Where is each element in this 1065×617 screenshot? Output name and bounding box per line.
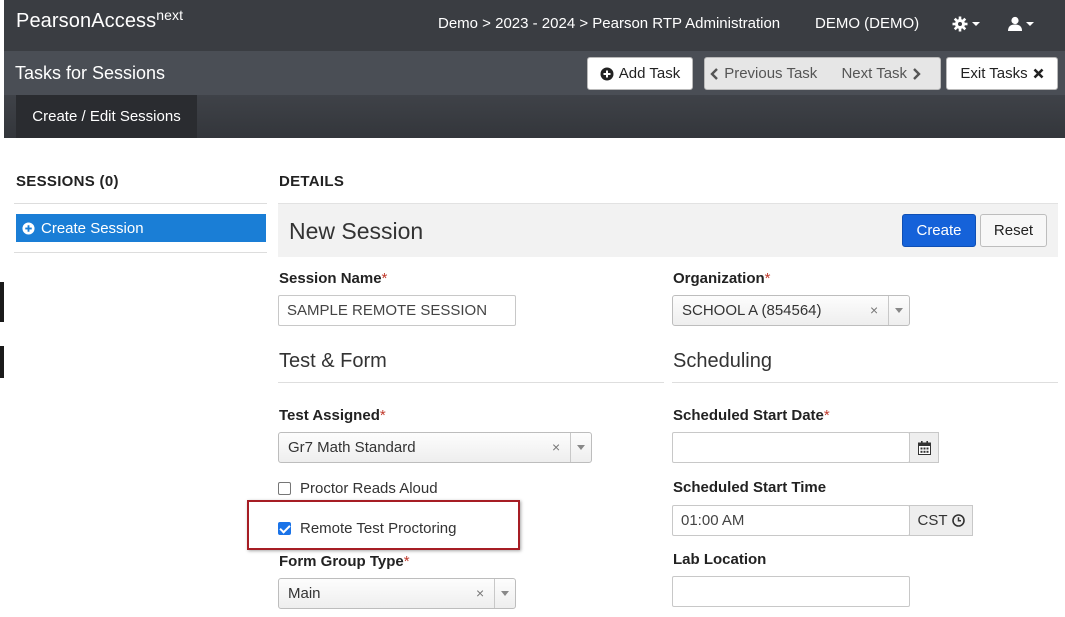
proctor-reads-aloud-checkbox[interactable]: Proctor Reads Aloud [278, 480, 438, 497]
organization-selector[interactable]: DEMO (DEMO) [815, 15, 919, 32]
dropdown-arrow-icon[interactable] [494, 579, 515, 608]
calendar-icon [917, 440, 931, 455]
create-session-label: Create Session [41, 219, 144, 237]
organization-select[interactable]: SCHOOL A (854564) × [672, 295, 910, 326]
task-tabs: Create / Edit Sessions [4, 95, 1065, 138]
gear-icon [952, 16, 968, 32]
checkbox-checked[interactable] [278, 522, 291, 535]
remote-test-proctoring-checkbox[interactable]: Remote Test Proctoring [278, 520, 456, 537]
brand-logo[interactable]: PearsonAccessnext [16, 7, 183, 33]
divider [278, 382, 664, 383]
test-assigned-select[interactable]: Gr7 Math Standard × [278, 432, 592, 463]
user-icon [1008, 16, 1022, 31]
organization-label: Organization* [673, 270, 771, 287]
clear-icon[interactable]: × [476, 585, 484, 601]
scheduled-start-time-field[interactable]: 01:00 AM [672, 505, 910, 536]
lab-location-label: Lab Location [673, 551, 767, 568]
create-button[interactable]: Create [902, 214, 976, 247]
sessions-list: Create Session [14, 203, 267, 253]
divider [672, 382, 1058, 383]
add-task-label: Add Task [618, 65, 681, 82]
scheduled-start-date-field[interactable] [672, 432, 910, 463]
details-header: New Session Create Reset [278, 203, 1058, 257]
remote-test-proctoring-label: Remote Test Proctoring [300, 520, 457, 537]
clear-icon[interactable]: × [552, 439, 560, 455]
task-navigation-group: Previous Task Next Task [704, 57, 941, 90]
task-header: Tasks for Sessions Add Task Previous Tas… [4, 51, 1065, 95]
dropdown-arrow-icon[interactable] [888, 296, 909, 325]
clear-icon[interactable]: × [870, 302, 878, 318]
form-group-type-label: Form Group Type* [279, 553, 410, 570]
form-group-type-select[interactable]: Main × [278, 578, 516, 609]
user-menu[interactable] [1008, 13, 1034, 35]
create-session-item[interactable]: Create Session [16, 214, 266, 242]
sessions-heading: SESSIONS (0) [16, 173, 119, 190]
plus-circle-icon [600, 67, 614, 80]
organization-value: SCHOOL A (854564) [682, 302, 822, 319]
previous-task-label: Previous Task [724, 65, 818, 82]
session-name-label: Session Name* [279, 270, 388, 287]
lab-location-field[interactable] [672, 576, 910, 607]
previous-task-button[interactable]: Previous Task [705, 58, 823, 89]
scheduling-heading: Scheduling [673, 350, 772, 372]
add-task-button[interactable]: Add Task [587, 57, 693, 90]
scheduled-start-time-label: Scheduled Start Time [673, 479, 827, 496]
dropdown-arrow-icon[interactable] [570, 433, 591, 462]
calendar-button[interactable] [909, 432, 939, 463]
page-title: Tasks for Sessions [15, 63, 166, 83]
clock-icon [951, 514, 965, 527]
details-heading: DETAILS [279, 173, 345, 190]
chevron-down-icon [972, 22, 980, 26]
settings-menu[interactable] [952, 13, 980, 35]
session-form-title: New Session [289, 218, 424, 244]
chevron-right-icon [913, 67, 921, 80]
reset-button[interactable]: Reset [980, 214, 1047, 247]
exit-tasks-button[interactable]: Exit Tasks [946, 57, 1058, 90]
tab-create-edit-sessions[interactable]: Create / Edit Sessions [16, 95, 197, 138]
timezone-label: CST [917, 512, 948, 529]
chevron-left-icon [710, 67, 719, 80]
test-assigned-value: Gr7 Math Standard [288, 439, 416, 456]
chevron-down-icon [1026, 22, 1034, 26]
breadcrumb[interactable]: Demo > 2023 - 2024 > Pearson RTP Adminis… [438, 15, 780, 32]
session-name-field[interactable]: SAMPLE REMOTE SESSION [278, 295, 516, 326]
test-assigned-label: Test Assigned* [279, 407, 386, 424]
edge-mark [0, 282, 4, 322]
close-icon [1033, 68, 1044, 79]
next-task-button[interactable]: Next Task [823, 58, 941, 89]
timezone-button[interactable]: CST [909, 505, 973, 536]
proctor-reads-aloud-label: Proctor Reads Aloud [300, 480, 438, 497]
test-form-heading: Test & Form [279, 350, 387, 372]
plus-circle-icon [22, 221, 35, 235]
scheduled-start-date-label: Scheduled Start Date* [673, 407, 830, 424]
exit-tasks-label: Exit Tasks [960, 65, 1028, 82]
checkbox-unchecked[interactable] [278, 482, 291, 495]
next-task-label: Next Task [841, 65, 908, 82]
edge-mark [0, 346, 4, 378]
form-group-type-value: Main [288, 585, 321, 602]
top-navbar: PearsonAccessnext Demo > 2023 - 2024 > P… [4, 0, 1065, 51]
